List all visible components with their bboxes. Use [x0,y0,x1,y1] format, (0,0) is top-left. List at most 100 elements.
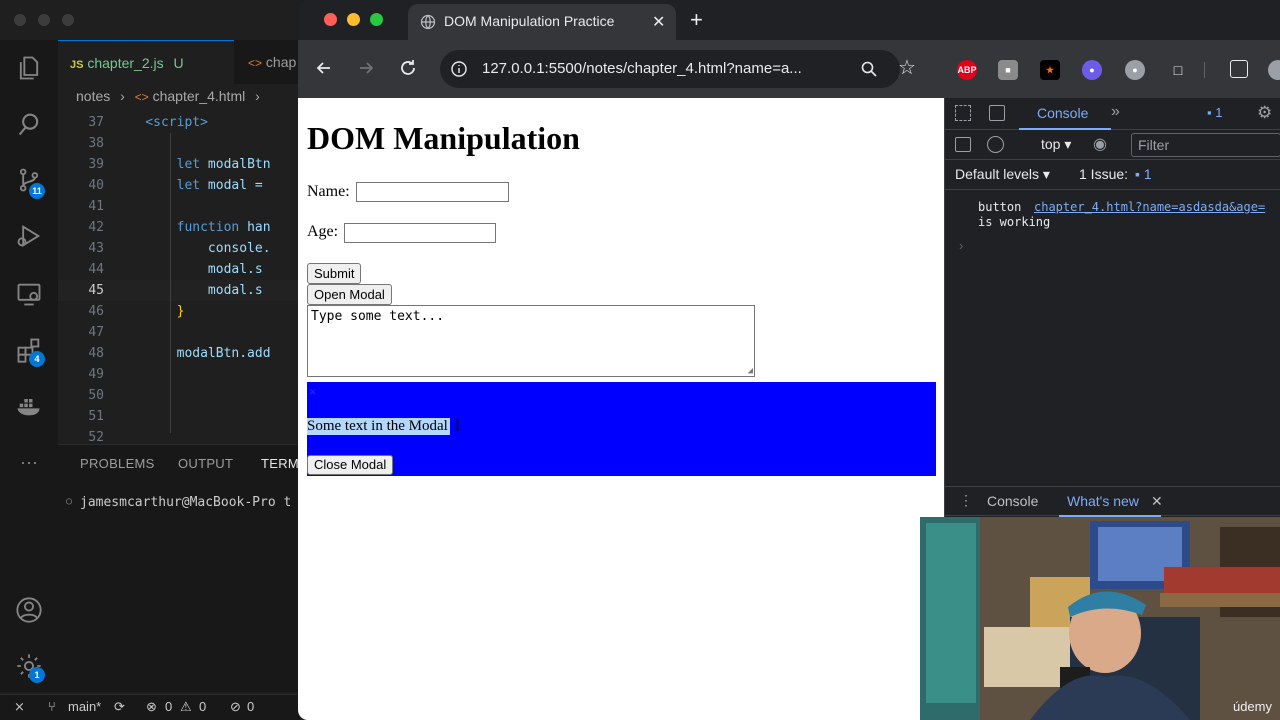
age-input[interactable] [344,223,496,243]
code-line[interactable]: 50 [58,385,300,406]
text-area[interactable]: Type some text... ◢ [307,305,755,377]
code-line[interactable]: 48 modalBtn.add [58,343,300,364]
code-line[interactable]: 43 console. [58,238,300,259]
name-input[interactable] [356,182,509,202]
code-line[interactable]: 52 [58,427,300,442]
context-selector[interactable]: top ▾ [1041,136,1071,153]
log-source-link[interactable]: chapter_4.html?name=asdasda&age= [1034,200,1265,214]
extension-icon[interactable]: ● [1082,60,1102,80]
close-tab-icon[interactable]: ✕ [652,12,665,32]
window-minimize-dot[interactable] [38,14,50,26]
tab-chapter-4-html[interactable]: <> chap [236,40,300,84]
zoom-icon[interactable] [860,60,878,83]
untracked-badge: U [173,55,184,71]
log-message-continued: is working [978,215,1051,229]
code-line[interactable]: 38 [58,133,300,154]
close-drawer-tab-icon[interactable]: ✕ [1151,493,1163,510]
drawer-tab-whats-new[interactable]: What's new ✕ [1059,487,1163,517]
live-expression-eye-icon[interactable]: ◉ [1093,134,1107,154]
zoom-window-button[interactable] [370,13,383,26]
issues-count: 1 [1143,166,1152,182]
code-line[interactable]: 42 function han [58,217,300,238]
device-toolbar-icon[interactable] [989,105,1005,121]
code-line[interactable]: 46 } [58,301,300,322]
account-icon[interactable] [15,596,43,624]
remote-explorer-icon[interactable] [15,280,43,308]
explorer-icon[interactable] [15,54,43,82]
submit-button[interactable]: Submit [307,263,362,284]
code-line[interactable]: 47 [58,322,300,343]
code-line[interactable]: 41 [58,196,300,217]
run-debug-icon[interactable] [15,222,43,250]
code-line[interactable]: 39 let modalBtn [58,154,300,175]
chevron-right-icon: › [255,88,260,104]
breadcrumb-file[interactable]: chapter_4.html [153,88,246,104]
console-filter-input[interactable]: Filter [1131,133,1280,157]
terminal[interactable]: ○ jamesmcarthur@MacBook-Pro t [58,482,300,692]
profile-avatar[interactable] [1268,60,1280,80]
tab-chapter-2-js[interactable]: JS chapter_2.js U [58,40,234,84]
forward-icon[interactable] [356,58,376,83]
tab-console[interactable]: Console [1019,98,1111,130]
html-file-icon: <> [248,56,263,70]
line-number: 37 [88,115,104,130]
extension-icon[interactable]: ● [1125,60,1145,80]
branch-name[interactable]: main* [68,695,101,719]
issues-badge[interactable]: ▪ 1 [1207,105,1222,120]
modal-text: Some text in the Modal [307,418,450,435]
drawer-menu-icon[interactable]: ⋮ [959,492,973,509]
clear-console-icon[interactable] [987,136,1004,153]
open-modal-button[interactable]: Open Modal [307,284,392,305]
modal-close-icon[interactable]: × [309,384,316,400]
tab-output[interactable]: OUTPUT [178,445,233,483]
line-number: 46 [88,304,104,319]
extensions-puzzle-icon[interactable]: □ [1168,60,1188,80]
console-prompt-icon[interactable]: › [959,238,963,253]
window-zoom-dot[interactable] [62,14,74,26]
new-tab-icon[interactable]: + [690,7,703,33]
code-editor[interactable]: 37 <script> 38 39 let modalBtn 40 let modal… [58,108,300,442]
context-label: top [1041,136,1061,152]
tab-problems[interactable]: PROBLEMS [80,445,155,483]
code-line[interactable]: 37 <script> [58,112,300,133]
devtools-settings-icon[interactable]: ⚙ [1257,103,1272,123]
minimize-window-button[interactable] [347,13,360,26]
tab-terminal[interactable]: TERMI [261,445,303,483]
address-bar[interactable]: 127.0.0.1:5500/notes/chapter_4.html?name… [440,50,900,88]
tab-title: DOM Manipulation Practice [444,13,615,29]
code-line[interactable]: 40 let modal = [58,175,300,196]
code-text: function han [176,220,271,235]
warning-count[interactable]: 0 [199,695,206,719]
more-icon[interactable]: ··· [15,448,43,476]
window-close-dot[interactable] [14,14,26,26]
log-levels-dropdown[interactable]: Default levels ▾ [955,166,1050,183]
bookmark-star-icon[interactable]: ☆ [898,58,916,78]
site-info-icon[interactable] [450,60,468,83]
close-window-button[interactable] [324,13,337,26]
error-count[interactable]: 0 [165,695,172,719]
ports-count[interactable]: 0 [247,695,254,719]
code-line[interactable]: 49 [58,364,300,385]
inspect-element-icon[interactable] [955,105,971,121]
side-panel-icon[interactable] [1230,60,1248,78]
issues-count-button[interactable]: ▪ 1 [1135,166,1152,182]
back-icon[interactable] [314,58,334,83]
extension-icon[interactable]: ★ [1040,60,1060,80]
sync-icon[interactable]: ⟳ [114,695,125,719]
more-tabs-icon[interactable]: » [1111,103,1120,121]
browser-tab[interactable]: DOM Manipulation Practice ✕ [408,4,676,40]
extension-icon[interactable]: ■ [998,60,1018,80]
resize-handle-icon[interactable]: ◢ [748,367,753,376]
code-line[interactable]: 51 [58,406,300,427]
breadcrumb-folder[interactable]: notes [76,88,110,104]
remote-icon[interactable]: ⨯ [14,695,25,719]
sidebar-toggle-icon[interactable] [955,137,971,152]
docker-icon[interactable] [15,392,43,420]
drawer-tab-console[interactable]: Console [987,493,1038,509]
close-modal-button[interactable]: Close Modal [307,455,394,475]
search-icon[interactable] [15,110,43,138]
adblock-extension-icon[interactable]: ABP [957,60,977,80]
reload-icon[interactable] [398,58,418,83]
code-line[interactable]: 44 modal.s [58,259,300,280]
code-line[interactable]: 45 modal.s [58,280,300,301]
